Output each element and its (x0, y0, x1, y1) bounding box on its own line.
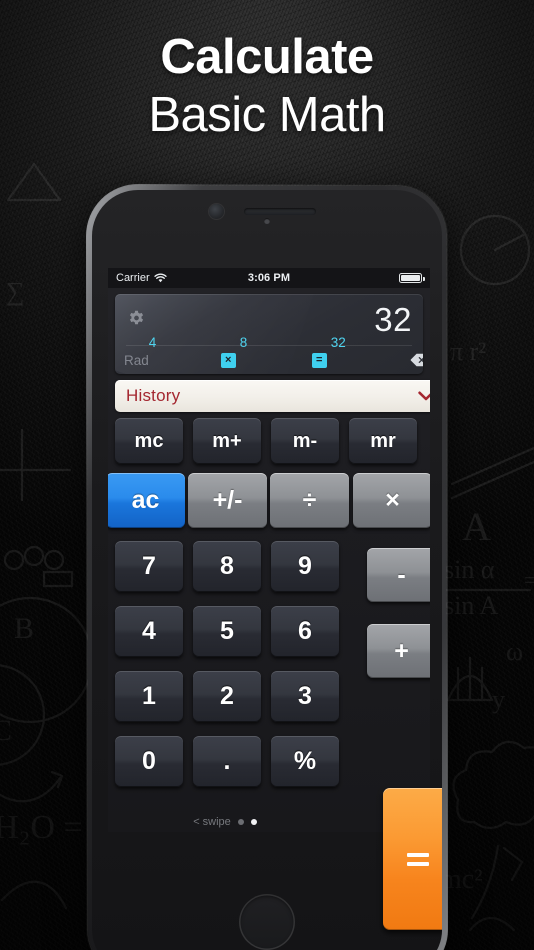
key-3[interactable]: 3 (271, 671, 339, 722)
key-minus[interactable]: - (367, 548, 430, 602)
expression-operator: = (311, 352, 327, 368)
key-mr[interactable]: mr (349, 418, 417, 464)
svg-text:y: y (492, 685, 505, 714)
svg-text:B: B (14, 612, 34, 645)
battery-full-icon (399, 273, 425, 283)
phone-body: Carrier 3:06 PM 32 Rad 4 × 8 = 32 Histor… (92, 190, 442, 950)
svg-text:ω: ω (506, 637, 523, 666)
swipe-indicator: < swipe (108, 816, 342, 828)
keypad: mc m+ m- mr ac +/- ÷ × 7 8 9 4 5 6 1 2 3… (108, 418, 430, 832)
chevron-down-icon (418, 391, 430, 401)
headline-line-2: Basic Math (148, 87, 386, 142)
expression-token: 8 (239, 334, 248, 350)
key-mc[interactable]: mc (115, 418, 183, 464)
clock-label: 3:06 PM (247, 272, 291, 284)
key-4[interactable]: 4 (115, 606, 183, 657)
key-m-plus[interactable]: m+ (193, 418, 261, 464)
key-1[interactable]: 1 (115, 671, 183, 722)
expression-token: 4 (148, 334, 157, 350)
key-5[interactable]: 5 (193, 606, 261, 657)
svg-text:=: = (524, 568, 534, 594)
key-decimal[interactable]: . (193, 736, 261, 787)
screen-content: Carrier 3:06 PM 32 Rad 4 × 8 = 32 Histor… (108, 268, 430, 832)
key-multiply[interactable]: × (353, 473, 430, 528)
display-result: 32 (374, 301, 412, 338)
app-root: B C H₂O = C ∑ A sin α sin A = y ω mc² π … (0, 0, 534, 950)
page-title: Calculate Basic Math (0, 30, 534, 142)
key-equals[interactable] (383, 788, 442, 930)
proximity-sensor-icon (209, 204, 224, 219)
svg-text:sin α: sin α (444, 555, 495, 584)
angle-mode-label[interactable]: Rad (124, 353, 149, 368)
front-camera-icon (264, 218, 270, 224)
key-2[interactable]: 2 (193, 671, 261, 722)
key-plus[interactable]: + (367, 624, 430, 678)
page-dot[interactable] (237, 819, 244, 825)
page-dot-active[interactable] (250, 819, 257, 825)
expression-tape: 4 × 8 = 32 (149, 335, 423, 375)
swipe-hint-label: < swipe (193, 816, 231, 828)
expression-operator: × (220, 352, 236, 368)
calculator-display: 32 Rad 4 × 8 = 32 (115, 294, 423, 374)
phone-screen: Carrier 3:06 PM 32 Rad 4 × 8 = 32 Histor… (108, 268, 442, 930)
home-button[interactable] (239, 894, 295, 950)
key-m-minus[interactable]: m- (271, 418, 339, 464)
key-0[interactable]: 0 (115, 736, 183, 787)
status-bar: Carrier 3:06 PM (108, 268, 430, 288)
key-9[interactable]: 9 (271, 541, 339, 592)
phone-sensor-row (92, 218, 442, 238)
key-plus-minus[interactable]: +/- (188, 473, 267, 528)
svg-text:A: A (462, 504, 491, 549)
svg-text:sin A: sin A (444, 591, 498, 620)
gear-icon[interactable] (126, 309, 147, 330)
key-divide[interactable]: ÷ (270, 473, 349, 528)
status-bar-right (399, 273, 425, 283)
expression-token: 32 (330, 334, 346, 350)
svg-text:∑: ∑ (6, 277, 25, 306)
phone-mockup: Carrier 3:06 PM 32 Rad 4 × 8 = 32 Histor… (86, 184, 448, 950)
key-7[interactable]: 7 (115, 541, 183, 592)
svg-text:π r²: π r² (450, 337, 486, 366)
key-percent[interactable]: % (271, 736, 339, 787)
backspace-icon[interactable] (410, 353, 423, 367)
svg-text:C: C (0, 714, 12, 747)
headline-line-1: Calculate (160, 30, 374, 84)
earpiece-speaker (244, 208, 316, 215)
history-label: History (126, 386, 181, 405)
display-secondary-row: Rad 4 × 8 = 32 (115, 335, 423, 374)
history-dropdown[interactable]: History (115, 380, 430, 412)
key-ac[interactable]: ac (108, 473, 185, 528)
key-8[interactable]: 8 (193, 541, 261, 592)
key-6[interactable]: 6 (271, 606, 339, 657)
equals-glyph (406, 852, 429, 866)
